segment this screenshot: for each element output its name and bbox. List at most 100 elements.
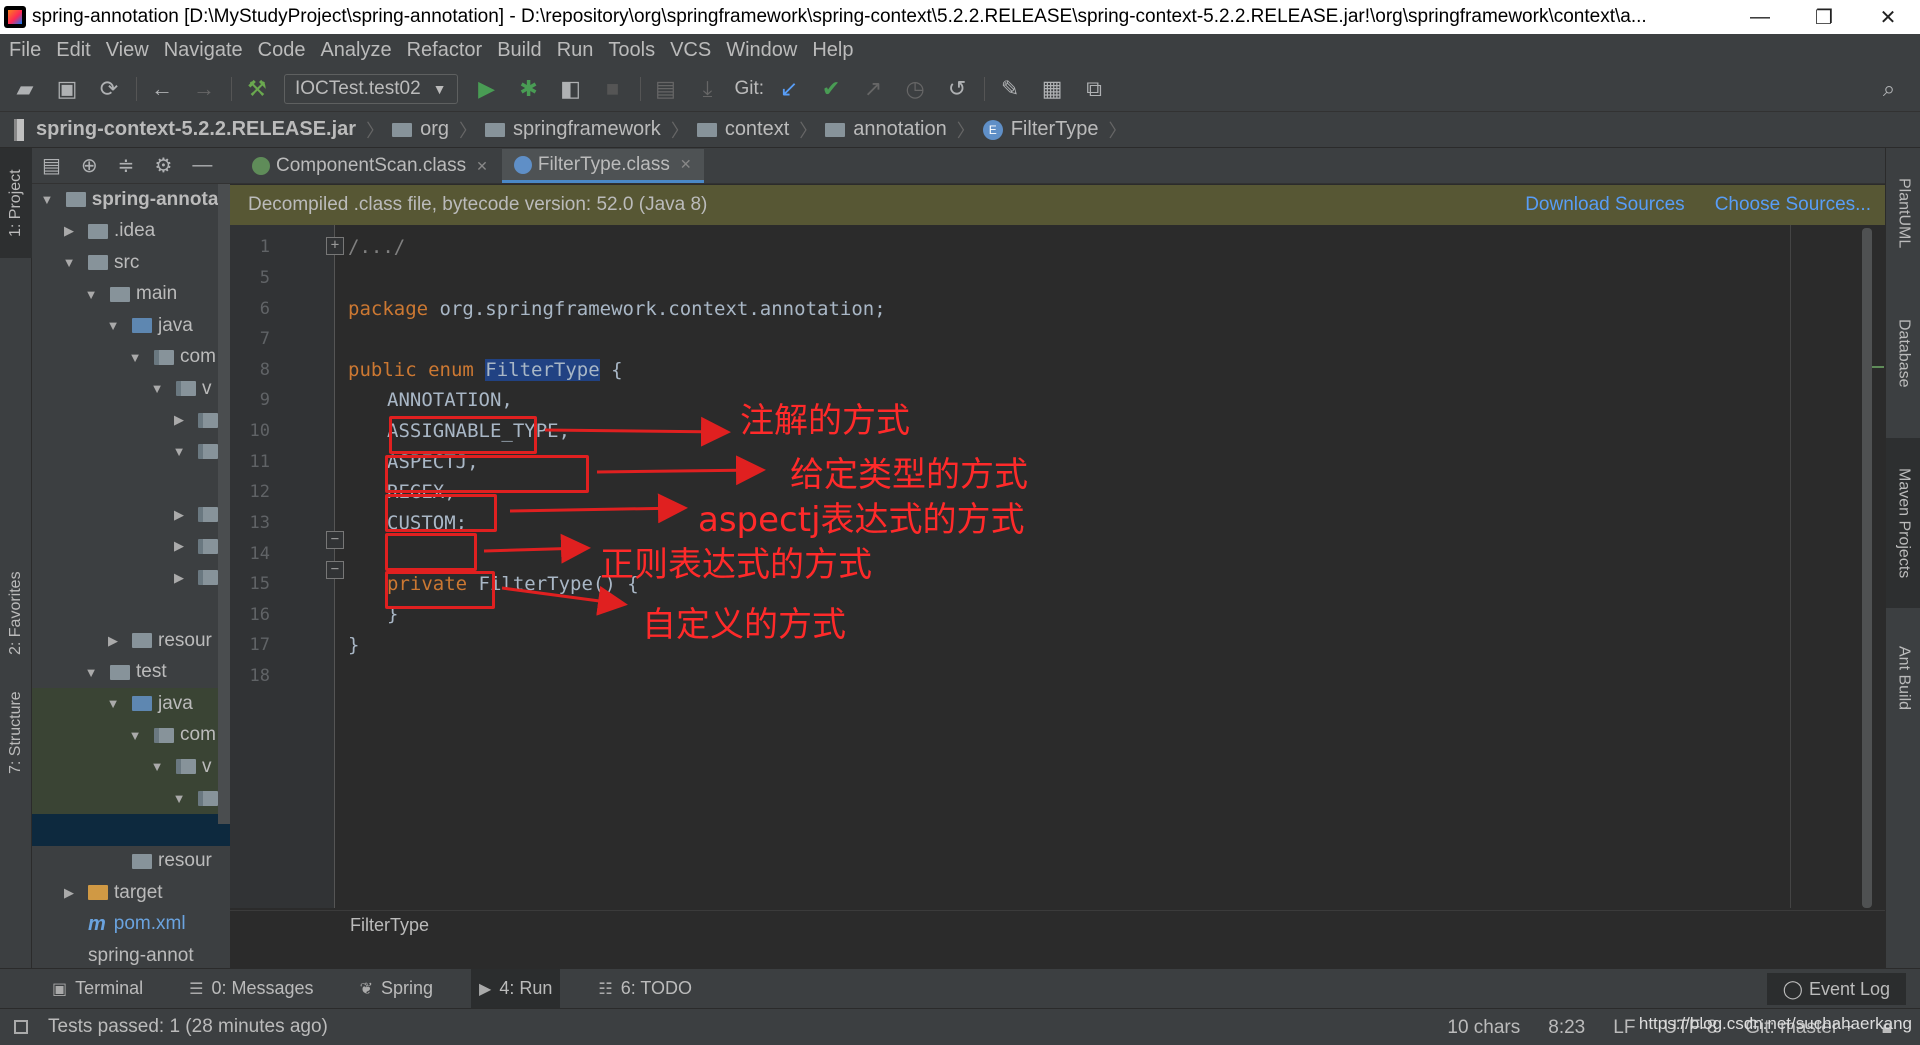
history-clock-icon[interactable]: ◷ [900, 74, 930, 104]
tab-componentscan[interactable]: ComponentScan.class ✕ [240, 149, 500, 183]
event-log-button[interactable]: ◯ Event Log [1766, 973, 1906, 1005]
tab-maven-projects[interactable]: Maven Projects [1886, 438, 1920, 608]
locate-target-icon[interactable]: ⊕ [81, 153, 98, 178]
editor-scrollbar[interactable] [1862, 228, 1872, 908]
tree-item[interactable]: ▼ java [32, 688, 230, 720]
chevron-right-icon[interactable]: ▶ [62, 223, 76, 239]
chevron-down-icon[interactable]: ▼ [106, 696, 120, 711]
run-button[interactable]: ▶ 4: Run [471, 968, 561, 1009]
code-line-6[interactable]: package org.springframework.context.anno… [348, 298, 886, 320]
back-arrow-icon[interactable]: ← [147, 74, 177, 104]
close-icon[interactable]: ✕ [680, 156, 692, 173]
restore-button[interactable]: ❐ [1792, 0, 1856, 34]
git-update-icon[interactable]: ↙ [774, 74, 804, 104]
tree-item[interactable]: ▶ [32, 531, 230, 563]
menu-help[interactable]: Help [812, 39, 853, 62]
choose-sources-link[interactable]: Choose Sources... [1715, 194, 1871, 216]
expand-collapse-icon[interactable]: ≑ [118, 153, 135, 178]
tree-item[interactable]: ▼ spring-annotati [32, 184, 231, 216]
project-structure-icon[interactable]: ▦ [1037, 74, 1067, 104]
build-hammer-icon[interactable]: ⚒ [242, 74, 272, 104]
terminal-button[interactable]: ▣ Terminal [44, 969, 151, 1009]
messages-button[interactable]: ☰ 0: Messages [181, 969, 321, 1009]
tree-item[interactable]: ▼ [32, 436, 230, 468]
line-separator[interactable]: LF [1613, 1017, 1635, 1039]
forward-arrow-icon[interactable]: → [189, 74, 219, 104]
tree-item[interactable]: ▼ main [32, 279, 230, 311]
menu-navigate[interactable]: Navigate [164, 39, 243, 62]
tree-item[interactable]: ▶ target [32, 877, 230, 909]
sdk-icon[interactable]: ⧉ [1079, 74, 1109, 104]
tree-item[interactable]: ▶ [32, 499, 230, 531]
code-line-17[interactable]: } [348, 634, 359, 656]
revert-icon[interactable]: ↺ [942, 74, 972, 104]
vcs-push-icon[interactable]: ⤓ [693, 74, 723, 104]
menu-view[interactable]: View [106, 39, 149, 62]
breadcrumb-springframework[interactable]: springframework [484, 118, 661, 141]
minimize-button[interactable]: — [1728, 0, 1792, 34]
close-button[interactable]: ✕ [1856, 0, 1920, 34]
menu-run[interactable]: Run [557, 39, 594, 62]
chevron-right-icon[interactable]: ▶ [172, 570, 186, 586]
tree-item[interactable]: ▶ .idea [32, 216, 230, 248]
breadcrumb-annotation[interactable]: annotation [825, 118, 947, 141]
breadcrumb-org[interactable]: org [392, 118, 449, 141]
tree-item[interactable]: ▶ [32, 405, 230, 437]
menu-build[interactable]: Build [497, 39, 541, 62]
folded-imports[interactable]: /.../ [348, 236, 405, 258]
fold-expand-icon[interactable]: + [326, 237, 344, 255]
fold-collapse-icon[interactable]: − [326, 561, 344, 579]
fold-collapse-icon[interactable]: − [326, 531, 344, 549]
tree-item[interactable]: ▼ com [32, 719, 230, 751]
tab-favorites[interactable]: 2: Favorites [0, 558, 32, 668]
project-scrollbar[interactable] [218, 184, 230, 824]
chevron-right-icon[interactable]: ▶ [106, 633, 120, 649]
editor-breadcrumb[interactable]: FilterType [230, 910, 1885, 940]
chevron-down-icon[interactable]: ▼ [128, 728, 142, 743]
tree-item[interactable]: ▼ com [32, 342, 230, 374]
git-commit-check-icon[interactable]: ✔ [816, 74, 846, 104]
breadcrumb-filtertype[interactable]: E FilterType [982, 118, 1099, 141]
tab-structure[interactable]: 7: Structure [0, 678, 32, 788]
code-line-8[interactable]: public enum FilterType { [348, 359, 623, 381]
vcs-update-icon[interactable]: ▤ [651, 74, 681, 104]
chevron-down-icon[interactable]: ▼ [150, 759, 164, 774]
tree-item[interactable]: ▶ resour [32, 625, 230, 657]
breadcrumb-context[interactable]: context [696, 118, 789, 141]
tree-item[interactable] [32, 468, 230, 500]
tree-item[interactable]: ▼ v [32, 751, 230, 783]
menu-window[interactable]: Window [726, 39, 797, 62]
tree-item[interactable] [32, 814, 230, 846]
tree-item[interactable]: resour [32, 846, 230, 878]
run-configuration-select[interactable]: IOCTest.test02 ▼ [284, 73, 458, 104]
chevron-right-icon[interactable]: ▶ [172, 538, 186, 554]
collapse-all-icon[interactable]: ▤ [42, 153, 61, 178]
hide-panel-icon[interactable]: — [192, 154, 212, 177]
chevron-down-icon[interactable]: ▼ [150, 381, 164, 396]
chevron-down-icon[interactable]: ▼ [106, 318, 120, 333]
chevron-right-icon[interactable]: ▶ [62, 885, 76, 901]
run-with-coverage-icon[interactable]: ◧ [556, 74, 586, 104]
tab-project[interactable]: 1: Project [0, 148, 32, 258]
tab-filtertype[interactable]: FilterType.class ✕ [501, 149, 704, 183]
gear-icon[interactable]: ⚙ [154, 153, 172, 178]
download-sources-link[interactable]: Download Sources [1525, 194, 1684, 216]
chevron-down-icon[interactable]: ▼ [84, 665, 98, 680]
settings-wrench-icon[interactable]: ✎ [995, 74, 1025, 104]
search-icon[interactable]: ⌕ [1874, 74, 1904, 104]
tab-ant-build[interactable]: Ant Build [1886, 623, 1920, 733]
menu-vcs[interactable]: VCS [670, 39, 711, 62]
breadcrumb-jar[interactable]: spring-context-5.2.2.RELEASE.jar [14, 118, 356, 141]
caret-position[interactable]: 8:23 [1548, 1017, 1585, 1039]
chevron-down-icon[interactable]: ▼ [84, 287, 98, 302]
tree-item[interactable]: ▼ java [32, 310, 230, 342]
menu-tools[interactable]: Tools [608, 39, 655, 62]
menu-edit[interactable]: Edit [56, 39, 90, 62]
status-message[interactable]: Tests passed: 1 (28 minutes ago) [48, 1016, 328, 1038]
chevron-down-icon[interactable]: ▼ [128, 350, 142, 365]
chevron-down-icon[interactable]: ▼ [172, 444, 186, 459]
tree-item[interactable]: ▼ v [32, 373, 230, 405]
chevron-down-icon[interactable]: ▼ [172, 791, 186, 806]
open-folder-icon[interactable]: ▰ [10, 74, 40, 104]
chevron-down-icon[interactable]: ▼ [40, 192, 54, 207]
